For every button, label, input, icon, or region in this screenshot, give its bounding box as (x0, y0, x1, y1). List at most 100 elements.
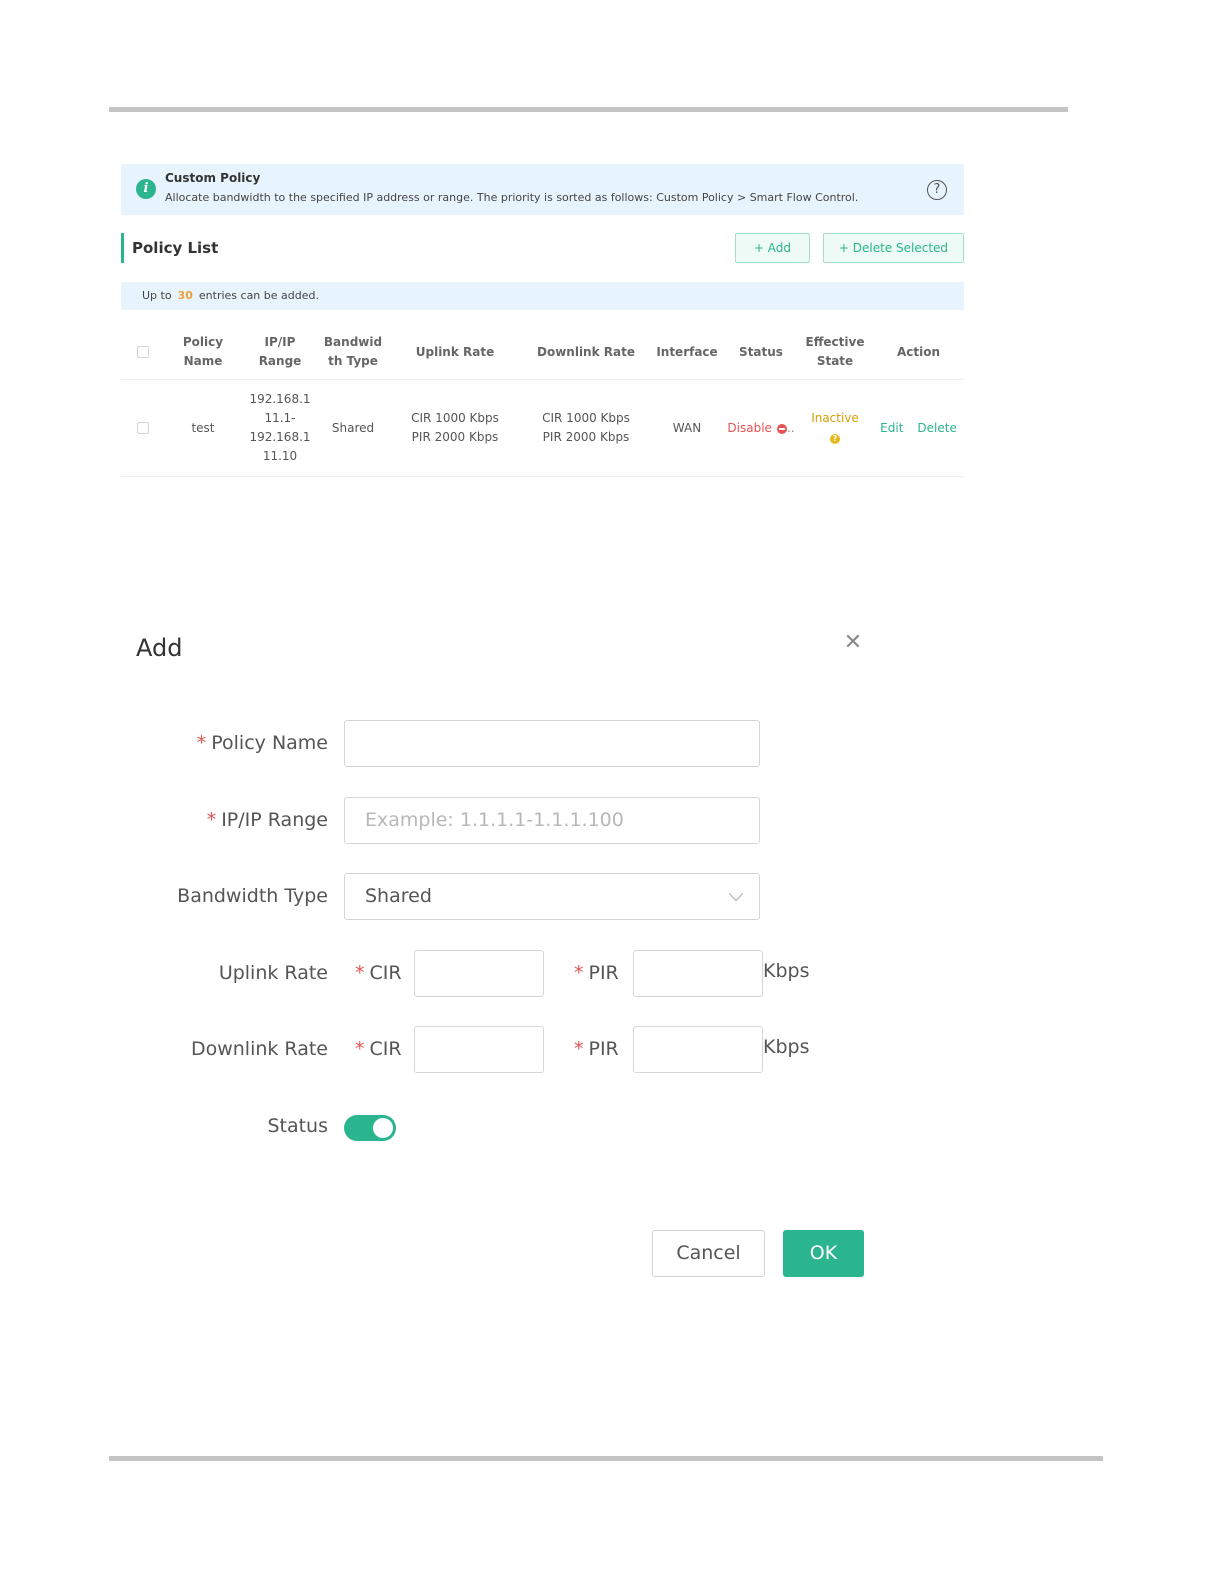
uplink-pir-input[interactable] (633, 950, 763, 997)
row-actions: Edit Delete (873, 380, 964, 476)
status-toggle[interactable] (344, 1115, 396, 1141)
page-top-rule (109, 107, 1068, 112)
uplink-cir-label: * CIR (355, 950, 402, 997)
row-ip-range: 192.168.1 11.1- 192.168.1 11.10 (241, 380, 319, 476)
bandwidth-type-select[interactable]: Shared (344, 873, 760, 920)
downlink-unit: Kbps (763, 1036, 810, 1058)
close-icon[interactable]: ✕ (842, 630, 864, 656)
toggle-knob (373, 1118, 393, 1138)
row-divider (121, 476, 964, 477)
header-ip-range: IP/IP Range (241, 325, 319, 379)
header-text: State (816, 354, 854, 368)
required-mark: * (355, 1038, 365, 1060)
warning-icon[interactable]: ? (830, 434, 840, 444)
uplink-unit: Kbps (763, 960, 810, 982)
ip-range-input[interactable]: Example: 1.1.1.1-1.1.1.100 (344, 797, 760, 844)
downlink-cir-input[interactable] (414, 1026, 544, 1073)
label-text: CIR (369, 962, 402, 984)
row-effective-state: Inactive? (797, 380, 873, 476)
policy-list-header: Policy List + Add + Delete Selected (121, 233, 964, 263)
rate-line: PIR 2000 Kbps (542, 430, 630, 444)
rate-line: CIR 1000 Kbps (542, 411, 630, 425)
dialog-title: Add (136, 634, 183, 662)
delete-selected-button[interactable]: + Delete Selected (823, 233, 964, 263)
ok-button[interactable]: OK (783, 1230, 864, 1277)
stop-icon (776, 424, 787, 434)
header-policy-name: Policy Name (165, 325, 241, 379)
label-text: Policy Name (211, 732, 328, 754)
header-status: Status (739, 344, 783, 359)
bandwidth-type-label: Bandwidth Type (177, 885, 328, 907)
row-uplink-rate: CIR 1000 Kbps PIR 2000 Kbps (387, 380, 523, 476)
row-checkbox[interactable] (137, 422, 149, 434)
policy-table: Policy Name IP/IP Range Bandwid th Type Upl… (121, 325, 964, 477)
limit-count: 30 (177, 289, 193, 302)
header-text: Range (258, 354, 302, 368)
ip-line: 11.1- (264, 411, 296, 425)
required-mark: * (574, 1038, 584, 1060)
cancel-button[interactable]: Cancel (652, 1230, 765, 1277)
header-action: Action (896, 344, 941, 359)
header-effective-state: Effective State (797, 325, 873, 379)
banner-description: Allocate bandwidth to the specified IP a… (165, 191, 859, 204)
header-text: Effective (805, 335, 865, 349)
banner-title: Custom Policy (165, 171, 261, 185)
header-text: IP/IP (264, 335, 296, 349)
edit-link[interactable]: Edit (880, 419, 903, 438)
downlink-pir-label: * PIR (574, 1026, 619, 1073)
select-all-cell (121, 325, 165, 379)
policy-name-label: * Policy Name (197, 720, 328, 767)
header-text: Name (183, 354, 223, 368)
downlink-rate-label: Downlink Rate (190, 1038, 328, 1060)
required-mark: * (574, 962, 584, 984)
header-interface: Interface (656, 344, 718, 359)
effective-state-text: Inactive (811, 411, 859, 425)
status-label: Status (267, 1115, 328, 1137)
rate-line: PIR 2000 Kbps (411, 430, 499, 444)
policy-list-title: Policy List (132, 239, 219, 257)
required-mark: * (355, 962, 365, 984)
status-text: Disable (727, 420, 772, 435)
entry-limit-notice: Up to 30 entries can be added. (121, 282, 964, 310)
info-icon: i (136, 179, 156, 199)
header-text: Bandwid (323, 335, 383, 349)
required-mark: * (206, 809, 217, 831)
ip-range-placeholder: Example: 1.1.1.1-1.1.1.100 (365, 809, 624, 831)
uplink-rate-label: Uplink Rate (218, 962, 328, 984)
label-text: IP/IP Range (221, 809, 328, 831)
chevron-down-icon (728, 886, 744, 902)
row-select-cell (121, 380, 165, 476)
section-accent-bar (121, 233, 124, 263)
policy-name-input[interactable] (344, 720, 760, 767)
select-all-checkbox[interactable] (137, 346, 149, 358)
label-text: PIR (588, 962, 619, 984)
ip-line: 11.10 (262, 449, 298, 463)
limit-prefix: Up to (142, 289, 172, 302)
label-text: CIR (369, 1038, 402, 1060)
delete-link[interactable]: Delete (917, 419, 956, 438)
uplink-pir-label: * PIR (574, 950, 619, 997)
limit-suffix: entries can be added. (198, 289, 319, 302)
header-bandwidth-type: Bandwid th Type (319, 325, 387, 379)
header-text: Policy (182, 335, 224, 349)
downlink-pir-input[interactable] (633, 1026, 763, 1073)
header-downlink-rate: Downlink Rate (537, 344, 635, 359)
uplink-cir-input[interactable] (414, 950, 544, 997)
bandwidth-type-value: Shared (365, 885, 432, 907)
question-circle-icon[interactable]: ? (927, 180, 947, 200)
header-uplink-rate: Uplink Rate (415, 344, 495, 359)
ip-line: 192.168.1 (249, 430, 311, 444)
required-mark: * (196, 732, 207, 754)
page-bottom-rule (109, 1456, 1103, 1461)
row-interface: WAN (672, 420, 702, 435)
add-button[interactable]: + Add (735, 233, 810, 263)
row-policy-name: test (191, 420, 215, 435)
ip-line: 192.168.1 (249, 392, 311, 406)
status-ellipsis: .. (786, 420, 795, 435)
rate-line: CIR 1000 Kbps (411, 411, 499, 425)
row-status[interactable]: Disable.. (725, 380, 797, 476)
downlink-cir-label: * CIR (355, 1026, 402, 1073)
info-banner: i Custom Policy Allocate bandwidth to th… (121, 164, 964, 215)
row-downlink-rate: CIR 1000 Kbps PIR 2000 Kbps (523, 380, 649, 476)
header-text: th Type (328, 354, 378, 368)
